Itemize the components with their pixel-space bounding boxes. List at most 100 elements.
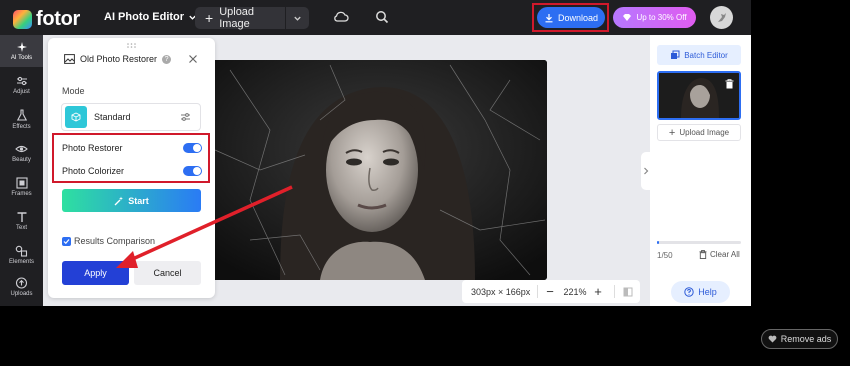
zoom-in-button[interactable]: + (588, 284, 608, 299)
sidebar-item-label: Elements (8, 259, 34, 265)
upload-label: Upload Image (219, 6, 255, 30)
mode-label: Mode (62, 86, 85, 96)
upload-progress-bar (657, 241, 741, 244)
logo-text: fotor (36, 8, 81, 30)
upload-image-group: + Upload Image (195, 6, 309, 30)
sidebar-item-adjust[interactable]: Adjust (0, 69, 43, 101)
photo-colorizer-label: Photo Colorizer (62, 166, 125, 176)
fotor-logo[interactable]: fotor (13, 8, 80, 31)
sidebar-item-text[interactable]: Text (0, 205, 43, 237)
sparkle-icon (16, 42, 27, 52)
cube-icon (71, 112, 81, 122)
layers-icon (671, 50, 680, 59)
frame-icon (15, 177, 28, 189)
promo-label: Up to 30% Off (636, 13, 687, 22)
sidebar-item-label: AI Tools (10, 55, 33, 61)
top-bar: fotor AI Photo Editor + Upload Image Dow… (0, 0, 751, 35)
search-icon[interactable] (375, 10, 389, 24)
mode-value: Standard (94, 112, 131, 122)
upload-image-label: Upload Image (679, 128, 730, 137)
upload-dropdown-button[interactable] (285, 7, 309, 29)
heart-icon (768, 335, 777, 343)
sidebar-item-uploads[interactable]: Uploads (0, 273, 43, 305)
sidebar-item-label: Text (15, 225, 27, 231)
upload-image-button-right[interactable]: + Upload Image (657, 124, 741, 141)
left-sidebar: AI Tools Adjust Effects Beauty Frames Te… (0, 35, 43, 306)
sidebar-item-ai-tools[interactable]: AI Tools (0, 35, 43, 67)
sidebar-item-label: Effects (12, 124, 31, 130)
close-icon[interactable] (188, 54, 198, 64)
zoom-bar: 303px × 166px − 221% + (462, 280, 640, 303)
apply-button[interactable]: Apply (62, 261, 129, 285)
mode-selector[interactable]: Standard (61, 103, 201, 131)
photo-restorer-row: Photo Restorer (62, 141, 202, 155)
sliders-icon (16, 76, 27, 86)
clear-all-label: Clear All (710, 250, 740, 259)
compare-view-icon[interactable] (623, 287, 633, 297)
question-circle-icon (684, 287, 694, 297)
diamond-icon (623, 14, 632, 21)
image-count: 1/50 (657, 251, 673, 260)
portrait-photo (210, 60, 547, 280)
mode-icon (65, 106, 87, 128)
photo-icon (64, 54, 75, 64)
app-window: fotor AI Photo Editor + Upload Image Dow… (0, 0, 850, 366)
download-label: Download (557, 12, 599, 23)
sidebar-item-elements[interactable]: Elements (0, 239, 43, 271)
canvas-dimensions: 303px × 166px (471, 286, 531, 297)
checkmark-icon (63, 238, 70, 244)
help-label: Help (698, 287, 717, 297)
plus-icon: + (668, 126, 676, 139)
text-icon (17, 212, 26, 222)
avatar[interactable] (710, 6, 733, 29)
chevron-right-icon (643, 167, 648, 175)
panel-title: Old Photo Restorer ? (64, 54, 172, 64)
ai-photo-editor-menu[interactable]: AI Photo Editor (104, 11, 197, 23)
panel-title-text: Old Photo Restorer (80, 54, 158, 64)
eye-icon (15, 145, 28, 153)
sidebar-item-label: Beauty (12, 157, 31, 163)
settings-sliders-icon[interactable] (180, 112, 191, 122)
zoom-out-button[interactable]: − (538, 284, 562, 299)
collapse-right-panel-tab[interactable] (641, 152, 650, 190)
upload-image-button[interactable]: + Upload Image (195, 6, 285, 30)
flask-icon (16, 109, 27, 121)
promo-button[interactable]: Up to 30% Off (613, 7, 696, 28)
drag-handle-icon[interactable] (127, 43, 136, 48)
download-icon (545, 13, 553, 22)
photo-canvas[interactable] (210, 60, 547, 280)
help-icon[interactable]: ? (162, 54, 172, 64)
remove-ads-label: Remove ads (780, 334, 832, 344)
photo-restorer-label: Photo Restorer (62, 143, 123, 153)
results-comparison-checkbox[interactable] (62, 236, 71, 246)
logo-mark-icon (13, 10, 32, 29)
trash-icon (699, 250, 707, 259)
divider (614, 285, 615, 298)
chevron-down-icon (294, 16, 301, 21)
download-button[interactable]: Download (537, 7, 605, 28)
clear-all-button[interactable]: Clear All (699, 250, 740, 259)
sidebar-item-frames[interactable]: Frames (0, 171, 43, 203)
upload-progress-fill (657, 241, 659, 244)
sidebar-item-label: Adjust (13, 89, 30, 95)
photo-colorizer-row: Photo Colorizer (62, 164, 202, 178)
photo-colorizer-toggle[interactable] (183, 166, 202, 176)
cloud-upload-icon (15, 277, 28, 289)
sidebar-item-beauty[interactable]: Beauty (0, 137, 43, 169)
cancel-button[interactable]: Cancel (134, 261, 201, 285)
remove-ads-button[interactable]: Remove ads (761, 329, 838, 349)
start-label: Start (128, 195, 149, 206)
batch-editor-label: Batch Editor (684, 50, 728, 60)
photo-restorer-toggle[interactable] (183, 143, 202, 153)
start-button[interactable]: Start (62, 189, 201, 212)
trash-icon[interactable] (725, 79, 734, 89)
sidebar-item-label: Uploads (10, 291, 33, 297)
sidebar-item-effects[interactable]: Effects (0, 103, 43, 135)
help-button[interactable]: Help (671, 281, 730, 303)
cloud-icon[interactable] (333, 10, 349, 24)
zoom-level[interactable]: 221% (562, 287, 588, 297)
bird-icon (717, 12, 726, 22)
batch-editor-button[interactable]: Batch Editor (657, 45, 741, 65)
sidebar-item-label: Frames (11, 191, 32, 197)
results-comparison-option[interactable]: Results Comparison (62, 236, 155, 246)
